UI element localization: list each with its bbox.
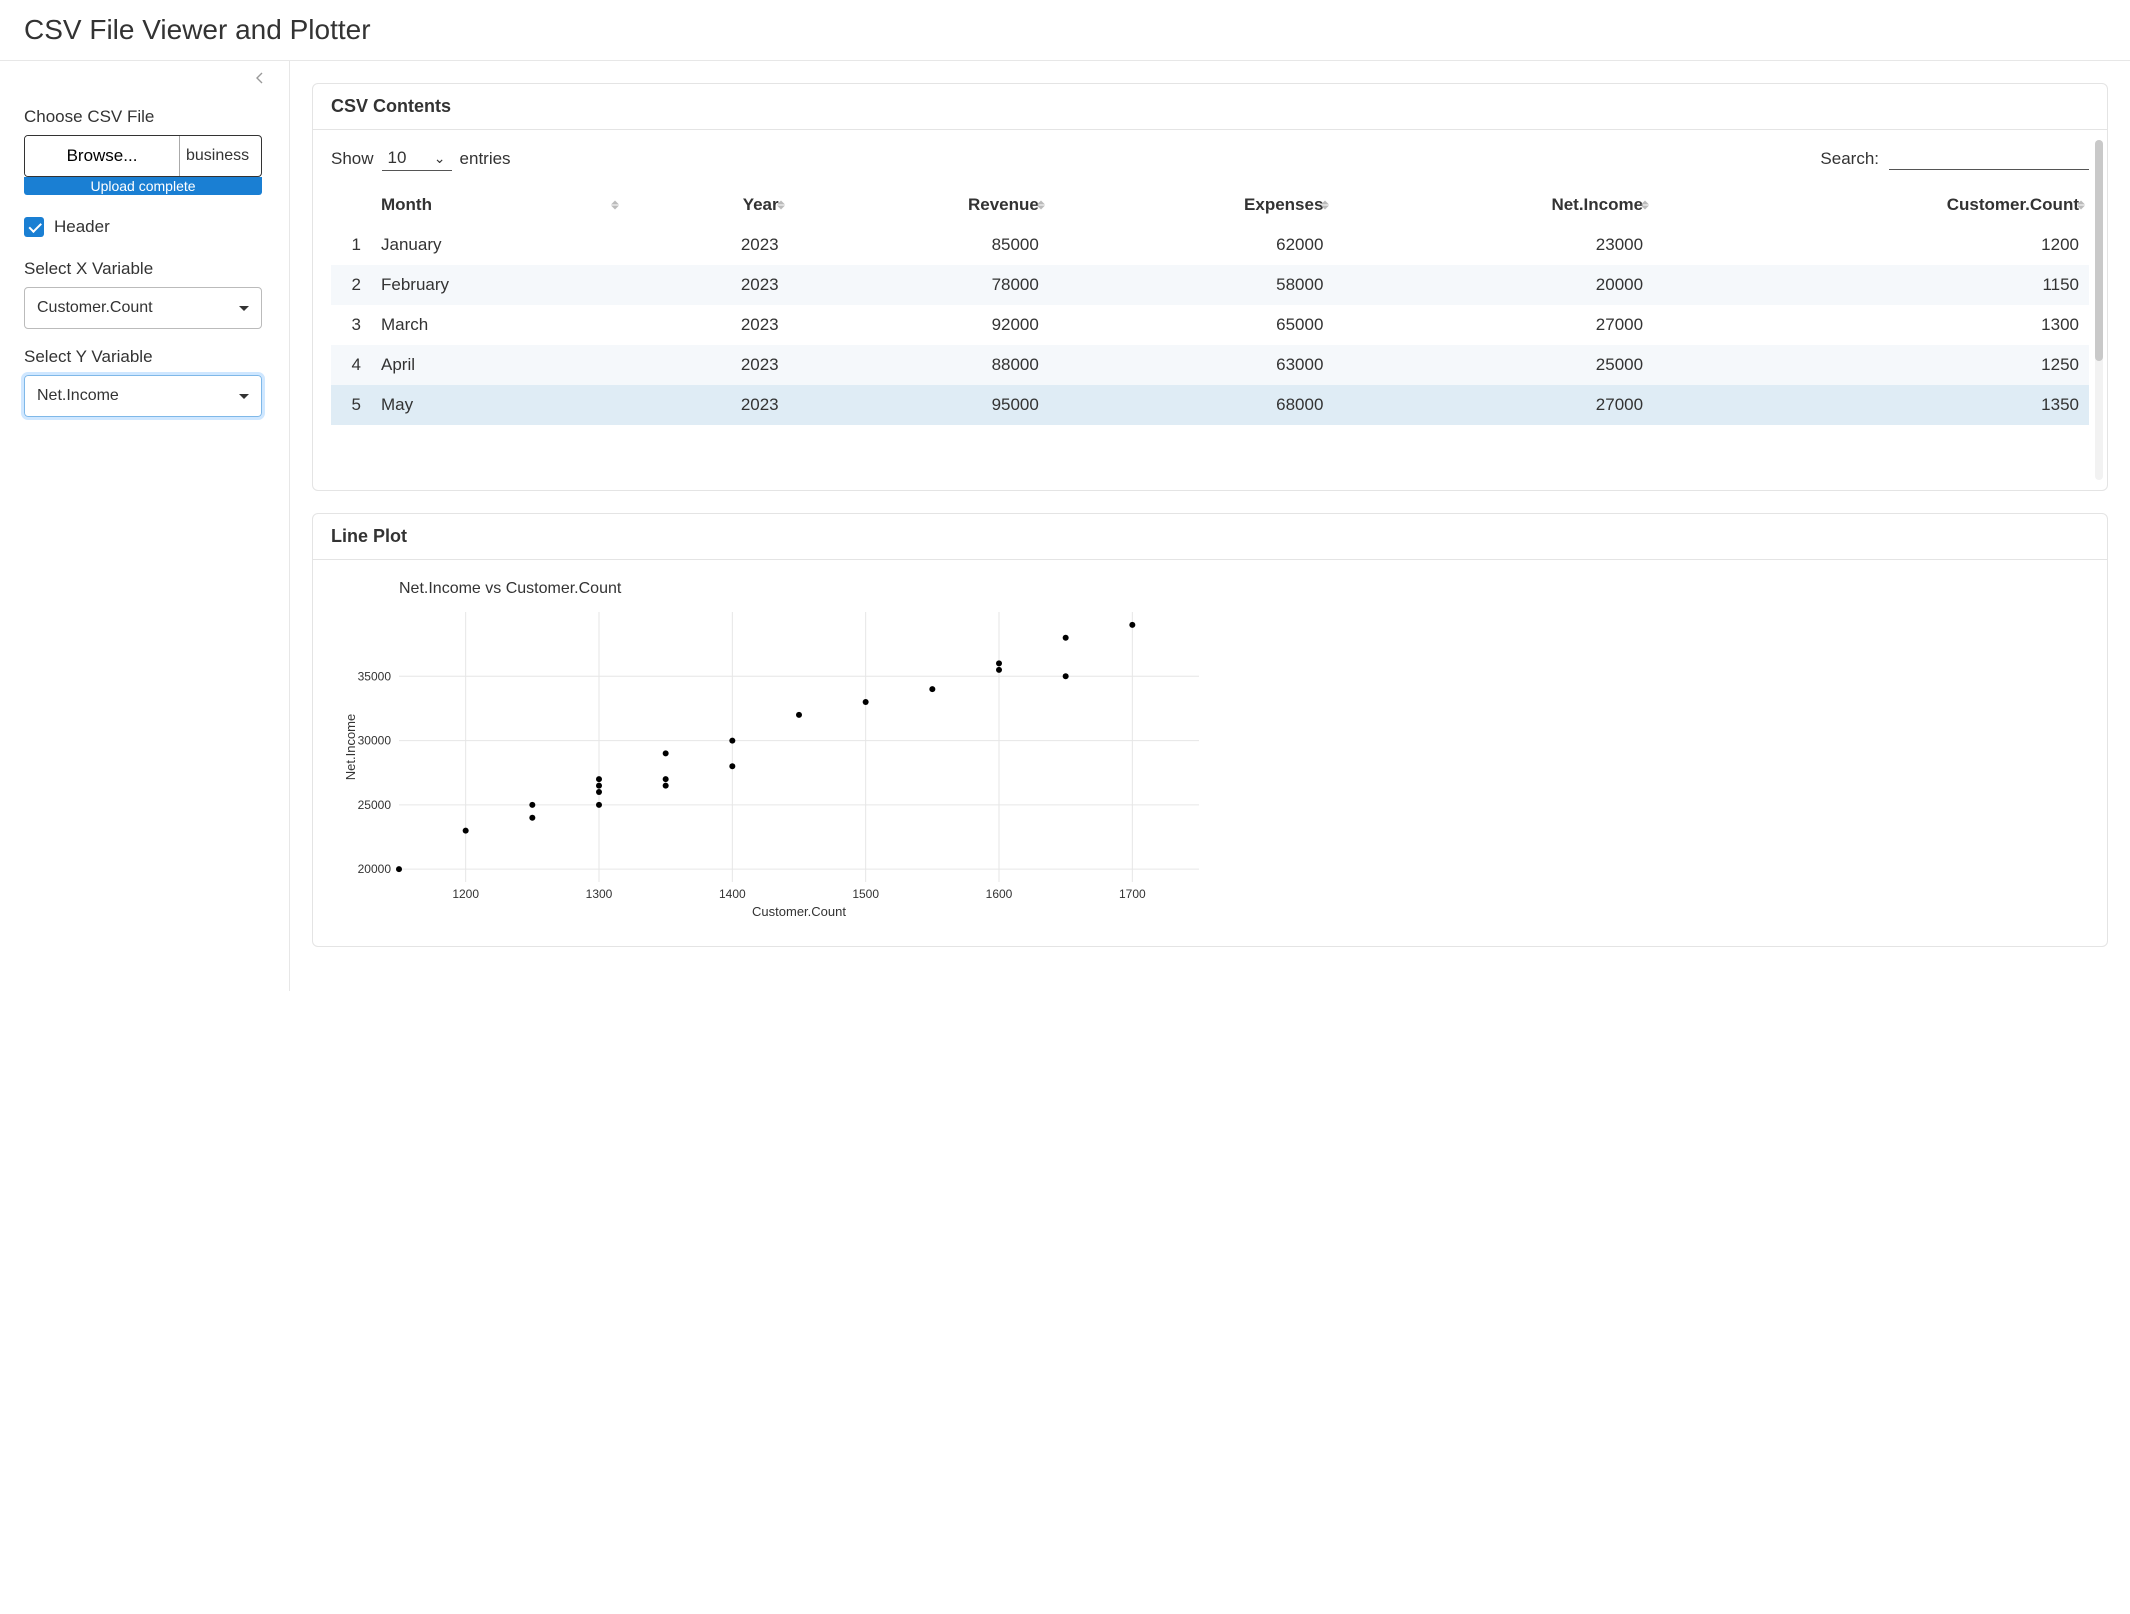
table-cell: 88000 <box>789 345 1049 385</box>
entries-value: 10 <box>388 148 407 168</box>
browse-button[interactable]: Browse... <box>25 136 180 176</box>
y-variable-select[interactable]: Net.Income <box>24 375 262 417</box>
svg-text:1600: 1600 <box>986 887 1013 901</box>
column-header[interactable]: Year <box>623 185 789 225</box>
table-cell: 92000 <box>789 305 1049 345</box>
page-title: CSV File Viewer and Plotter <box>24 14 2106 46</box>
x-variable-label: Select X Variable <box>24 259 265 279</box>
table-cell: April <box>371 345 623 385</box>
svg-text:1300: 1300 <box>586 887 613 901</box>
header-checkbox[interactable] <box>24 217 44 237</box>
search-input[interactable] <box>1889 147 2089 170</box>
table-cell: 1350 <box>1653 385 2089 425</box>
table-cell: 2023 <box>623 305 789 345</box>
table-cell: 68000 <box>1049 385 1334 425</box>
y-variable-label: Select Y Variable <box>24 347 265 367</box>
table-cell: 62000 <box>1049 225 1334 265</box>
table-row[interactable]: 2February20237800058000200001150 <box>331 265 2089 305</box>
table-cell: 27000 <box>1333 385 1653 425</box>
table-row[interactable]: 5May20239500068000270001350 <box>331 385 2089 425</box>
table-cell: May <box>371 385 623 425</box>
table-cell: 58000 <box>1049 265 1334 305</box>
svg-text:Customer.Count: Customer.Count <box>752 904 846 919</box>
upload-progress-bar: Upload complete <box>24 177 262 195</box>
table-cell: 20000 <box>1333 265 1653 305</box>
chevron-down-icon: ⌄ <box>434 150 446 167</box>
scrollbar[interactable] <box>2095 140 2103 480</box>
file-input-label: Choose CSV File <box>24 107 265 127</box>
column-header[interactable]: Month <box>371 185 623 225</box>
search-label: Search: <box>1820 149 1879 169</box>
table-row[interactable]: 3March20239200065000270001300 <box>331 305 2089 345</box>
scatter-chart: 1200 1300 1400 1500 1600 1700 20000 25000 30000 3… <box>339 602 1219 922</box>
svg-text:25000: 25000 <box>358 798 392 812</box>
table-row[interactable]: 1January20238500062000230001200 <box>331 225 2089 265</box>
svg-text:1700: 1700 <box>1119 887 1146 901</box>
row-index: 3 <box>331 305 371 345</box>
column-header[interactable]: Expenses <box>1049 185 1334 225</box>
table-cell: 2023 <box>623 265 789 305</box>
header-checkbox-label: Header <box>54 217 110 237</box>
plot-panel-title: Line Plot <box>313 514 2107 560</box>
table-cell: 95000 <box>789 385 1049 425</box>
table-cell: 25000 <box>1333 345 1653 385</box>
table-cell: 1200 <box>1653 225 2089 265</box>
svg-text:Net.Income: Net.Income <box>343 714 358 780</box>
collapse-sidebar-icon[interactable] <box>253 71 267 90</box>
table-cell: 27000 <box>1333 305 1653 345</box>
sort-icon <box>2077 201 2085 210</box>
caret-down-icon <box>239 306 249 311</box>
x-variable-value: Customer.Count <box>37 299 153 317</box>
sort-icon <box>611 201 619 210</box>
table-cell: 63000 <box>1049 345 1334 385</box>
sidebar: Choose CSV File Browse... business Uploa… <box>0 61 290 991</box>
table-cell: 1250 <box>1653 345 2089 385</box>
csv-contents-panel: CSV Contents Show 10 ⌄ entries Search: <box>312 83 2108 491</box>
sort-icon <box>1641 201 1649 210</box>
table-cell: 1300 <box>1653 305 2089 345</box>
sort-icon <box>777 201 785 210</box>
sort-icon <box>1037 201 1045 210</box>
table-cell: 65000 <box>1049 305 1334 345</box>
sort-icon <box>1321 201 1329 210</box>
table-cell: 85000 <box>789 225 1049 265</box>
row-index: 1 <box>331 225 371 265</box>
table-cell: January <box>371 225 623 265</box>
table-cell: 23000 <box>1333 225 1653 265</box>
table-cell: 1150 <box>1653 265 2089 305</box>
csv-table: MonthYearRevenueExpensesNet.IncomeCustom… <box>331 185 2089 425</box>
entries-select[interactable]: 10 ⌄ <box>382 146 452 171</box>
svg-text:1200: 1200 <box>452 887 479 901</box>
svg-text:1400: 1400 <box>719 887 746 901</box>
x-variable-select[interactable]: Customer.Count <box>24 287 262 329</box>
entries-label: entries <box>460 149 511 169</box>
svg-text:20000: 20000 <box>358 862 392 876</box>
column-header[interactable]: Customer.Count <box>1653 185 2089 225</box>
svg-text:30000: 30000 <box>358 734 392 748</box>
table-cell: 2023 <box>623 225 789 265</box>
y-variable-value: Net.Income <box>37 387 119 405</box>
file-name-display: business <box>180 136 261 176</box>
show-label: Show <box>331 149 374 169</box>
table-cell: February <box>371 265 623 305</box>
row-index: 5 <box>331 385 371 425</box>
scrollbar-thumb[interactable] <box>2095 140 2103 361</box>
caret-down-icon <box>239 394 249 399</box>
table-cell: 2023 <box>623 345 789 385</box>
table-row[interactable]: 4April20238800063000250001250 <box>331 345 2089 385</box>
svg-text:35000: 35000 <box>358 669 392 683</box>
row-index: 4 <box>331 345 371 385</box>
line-plot-panel: Line Plot Net.Income vs Customer.Count 1… <box>312 513 2108 947</box>
column-header[interactable]: Net.Income <box>1333 185 1653 225</box>
table-cell: 78000 <box>789 265 1049 305</box>
svg-text:1500: 1500 <box>852 887 879 901</box>
chart-title: Net.Income vs Customer.Count <box>399 580 2081 598</box>
row-index: 2 <box>331 265 371 305</box>
column-header[interactable]: Revenue <box>789 185 1049 225</box>
csv-panel-title: CSV Contents <box>313 84 2107 130</box>
table-cell: March <box>371 305 623 345</box>
table-cell: 2023 <box>623 385 789 425</box>
